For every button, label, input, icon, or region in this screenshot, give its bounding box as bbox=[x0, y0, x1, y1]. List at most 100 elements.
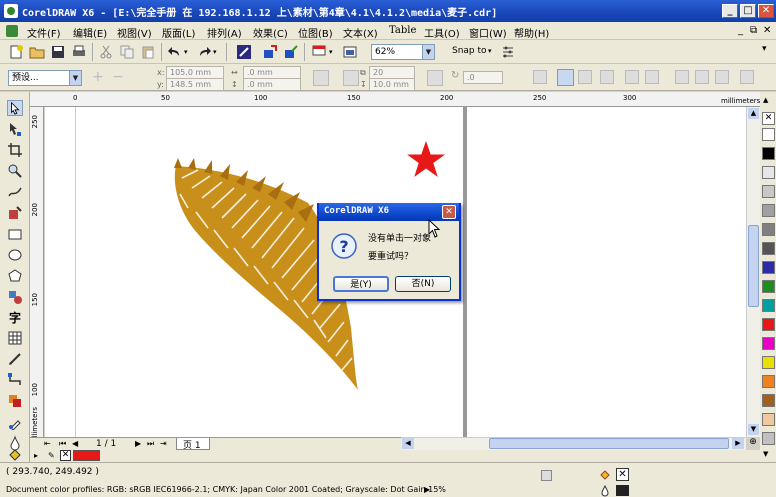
crop-tool-icon[interactable] bbox=[7, 142, 23, 158]
pages-icon[interactable] bbox=[343, 70, 359, 86]
menu-edit[interactable]: 编辑(E) bbox=[73, 25, 107, 40]
red-star-shape[interactable] bbox=[406, 140, 446, 180]
vertical-scroll-thumb[interactable] bbox=[748, 225, 759, 307]
navigator-icon[interactable]: ⊕ bbox=[746, 437, 760, 450]
eyedropper-tool-icon[interactable] bbox=[7, 414, 23, 430]
preset-combo[interactable]: 预设... ▼ bbox=[8, 70, 82, 86]
zoom-level-combo[interactable]: 62% ▼ bbox=[371, 44, 435, 60]
group-icon[interactable] bbox=[625, 70, 639, 84]
align-icon[interactable] bbox=[557, 69, 574, 86]
options-icon[interactable] bbox=[500, 44, 516, 60]
palette-swatch[interactable] bbox=[762, 413, 775, 426]
palette-swatch[interactable] bbox=[762, 375, 775, 388]
welcome-screen-icon[interactable] bbox=[342, 44, 358, 60]
menu-layout[interactable]: 版面(L) bbox=[162, 25, 195, 40]
intersect-icon[interactable] bbox=[715, 70, 729, 84]
mirror-icon[interactable] bbox=[427, 70, 443, 86]
menu-table[interactable]: Table bbox=[389, 25, 416, 36]
scroll-down-icon[interactable]: ▼ bbox=[748, 424, 759, 435]
maximize-button[interactable]: □ bbox=[740, 4, 756, 18]
vertical-ruler[interactable]: 250 200 150 100 millimeters bbox=[30, 107, 44, 446]
palette-swatch[interactable] bbox=[762, 318, 775, 331]
doc-close-button[interactable]: ✕ bbox=[763, 25, 771, 36]
menu-effects[interactable]: 效果(C) bbox=[253, 25, 288, 40]
copy-icon[interactable] bbox=[119, 44, 135, 60]
palette-swatch[interactable] bbox=[762, 223, 775, 236]
outline-pen-icon[interactable] bbox=[600, 485, 610, 497]
palette-menu-icon[interactable]: ▸ bbox=[34, 451, 38, 460]
search-content-icon[interactable] bbox=[236, 44, 252, 60]
smart-fill-tool-icon[interactable] bbox=[7, 205, 23, 221]
dimension-tool-icon[interactable] bbox=[7, 351, 23, 367]
rectangle-tool-icon[interactable] bbox=[7, 226, 23, 242]
palette-swatch[interactable] bbox=[762, 299, 775, 312]
add-preset-icon[interactable]: + bbox=[92, 69, 104, 85]
palette-swatch[interactable] bbox=[762, 261, 775, 274]
next-page-icon[interactable]: ▶ bbox=[135, 439, 141, 448]
text-tool-icon[interactable]: 字 bbox=[7, 309, 23, 325]
profiles-expand-icon[interactable]: ▶ bbox=[424, 485, 430, 494]
remove-preset-icon[interactable]: − bbox=[112, 69, 124, 85]
import-icon[interactable] bbox=[262, 44, 278, 60]
menu-file[interactable]: 文件(F) bbox=[27, 25, 61, 40]
rotation-field[interactable]: .0 bbox=[463, 71, 503, 84]
document-icon[interactable] bbox=[6, 25, 18, 37]
horizontal-scrollbar[interactable]: ◀ ▶ bbox=[401, 437, 746, 450]
first-page-button[interactable]: ⏮ bbox=[59, 439, 66, 449]
doc-minimize-button[interactable]: _ bbox=[738, 25, 743, 36]
no-fill-swatch[interactable]: ✕ bbox=[762, 112, 775, 125]
scroll-up-icon[interactable]: ▲ bbox=[748, 108, 759, 119]
palette-swatch[interactable] bbox=[762, 166, 775, 179]
menu-help[interactable]: 帮助(H) bbox=[514, 25, 549, 40]
menu-view[interactable]: 视图(V) bbox=[117, 25, 152, 40]
export-icon[interactable] bbox=[283, 44, 299, 60]
add-page-icon[interactable]: ⇥ bbox=[160, 439, 167, 448]
yes-button[interactable]: 是(Y) bbox=[333, 276, 389, 292]
palette-swatch[interactable] bbox=[762, 337, 775, 350]
palette-swatch[interactable] bbox=[762, 242, 775, 255]
print-icon[interactable] bbox=[71, 44, 87, 60]
palette-swatch[interactable] bbox=[762, 394, 775, 407]
prev-page-icon[interactable]: ◀ bbox=[72, 439, 78, 448]
palette-scroll-up-icon[interactable]: ▲ bbox=[763, 96, 768, 104]
ungroup-icon[interactable] bbox=[645, 70, 659, 84]
no-button[interactable]: 否(N) bbox=[395, 276, 451, 292]
connector-tool-icon[interactable] bbox=[7, 372, 23, 388]
undo-dropdown-icon[interactable]: ▾ bbox=[184, 48, 188, 56]
basic-shapes-tool-icon[interactable] bbox=[7, 289, 23, 305]
weld-icon[interactable] bbox=[675, 70, 689, 84]
palette-swatch[interactable] bbox=[762, 432, 775, 445]
zoom-tool-icon[interactable] bbox=[7, 163, 23, 179]
eyedropper-icon[interactable]: ✎ bbox=[48, 451, 55, 460]
red-document-swatch[interactable] bbox=[73, 450, 100, 461]
order-icon[interactable] bbox=[600, 70, 614, 84]
nudge-icon[interactable] bbox=[533, 70, 547, 84]
palette-swatch[interactable] bbox=[762, 185, 775, 198]
table-tool-icon[interactable] bbox=[7, 330, 23, 346]
spacing-field[interactable]: 10.0 mm bbox=[369, 78, 415, 91]
menu-arrange[interactable]: 排列(A) bbox=[207, 25, 242, 40]
launcher-dropdown-icon[interactable]: ▾ bbox=[329, 48, 333, 56]
paste-icon[interactable] bbox=[140, 44, 156, 60]
redo-dropdown-icon[interactable]: ▾ bbox=[213, 48, 217, 56]
redo-icon[interactable] bbox=[196, 44, 212, 60]
fill-indicator-icon[interactable] bbox=[598, 468, 612, 482]
scroll-right-icon[interactable]: ▶ bbox=[732, 438, 744, 449]
menu-window[interactable]: 窗口(W) bbox=[469, 25, 507, 40]
horizontal-scroll-thumb[interactable] bbox=[489, 438, 729, 449]
shape-tool-icon[interactable] bbox=[7, 121, 23, 137]
convert-to-curves-icon[interactable] bbox=[740, 70, 754, 84]
height-field[interactable]: .0 mm bbox=[243, 78, 301, 91]
menu-bitmaps[interactable]: 位图(B) bbox=[298, 25, 333, 40]
undo-icon[interactable] bbox=[167, 44, 183, 60]
menu-tools[interactable]: 工具(O) bbox=[424, 25, 460, 40]
palette-swatch[interactable] bbox=[762, 128, 775, 141]
menu-text[interactable]: 文本(X) bbox=[343, 25, 378, 40]
horizontal-ruler[interactable]: 0 50 100 150 200 250 300 millimeters bbox=[30, 92, 760, 107]
doc-restore-button[interactable]: ⧉ bbox=[750, 25, 757, 36]
outline-color-indicator[interactable] bbox=[616, 485, 629, 496]
interactive-effects-tool-icon[interactable] bbox=[7, 393, 23, 409]
trim-icon[interactable] bbox=[695, 70, 709, 84]
palette-swatch[interactable] bbox=[762, 356, 775, 369]
first-page-icon[interactable]: ⇤ bbox=[44, 439, 51, 448]
